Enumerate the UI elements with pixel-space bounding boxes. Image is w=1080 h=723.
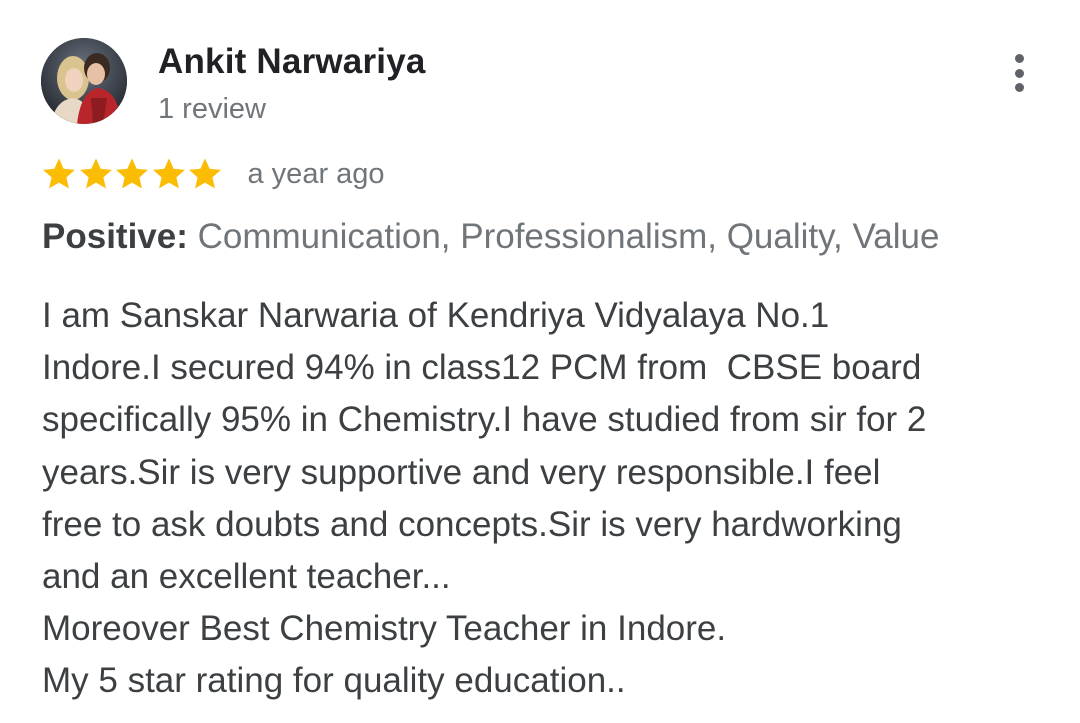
reviewer-name[interactable]: Ankit Narwariya [158, 42, 426, 82]
more-vert-icon-dot-1 [1014, 54, 1024, 63]
review-attributes: Positive: Communication, Professionalism… [42, 217, 939, 257]
review-card: Ankit Narwariya 1 review a year ago Posi… [0, 0, 1080, 723]
attributes-label: Positive: [42, 217, 188, 256]
attributes-values: Communication, Professionalism, Quality,… [197, 217, 940, 256]
review-text-line: I am Sanskar Narwaria of Kendriya Vidyal… [42, 296, 830, 335]
review-text-line: specifically 95% in Chemistry.I have stu… [42, 400, 927, 440]
review-count[interactable]: 1 review [158, 93, 266, 126]
more-options-button[interactable] [1000, 50, 1038, 96]
review-text-line: free to ask doubts and concepts.Sir is v… [42, 504, 902, 544]
more-vert-icon-dot-2 [1014, 68, 1024, 78]
review-text-line: Moreover Best Chemistry Teacher in Indor… [42, 609, 727, 649]
rating-row: a year ago [41, 152, 385, 196]
star-filled-icon [41, 156, 77, 192]
avatar[interactable] [41, 38, 127, 124]
profile-photo-icon [41, 38, 127, 124]
star-rating [41, 156, 224, 192]
star-filled-icon [187, 156, 223, 192]
review-text-line: My 5 star rating for quality education.. [42, 661, 626, 701]
review-text-line: years.Sir is very supportive and very re… [42, 452, 881, 492]
review-text-line: Indore.I secured 94% in class12 PCM from… [42, 348, 922, 388]
more-vert-icon-dot-3 [1014, 83, 1024, 92]
star-filled-icon [114, 156, 150, 192]
star-filled-icon [78, 156, 114, 192]
review-time: a year ago [247, 157, 385, 190]
review-text-line: and an excellent teacher... [42, 557, 451, 597]
star-filled-icon [151, 156, 187, 192]
review-text: I am Sanskar Narwaria of Kendriya Vidyal… [42, 290, 1052, 708]
